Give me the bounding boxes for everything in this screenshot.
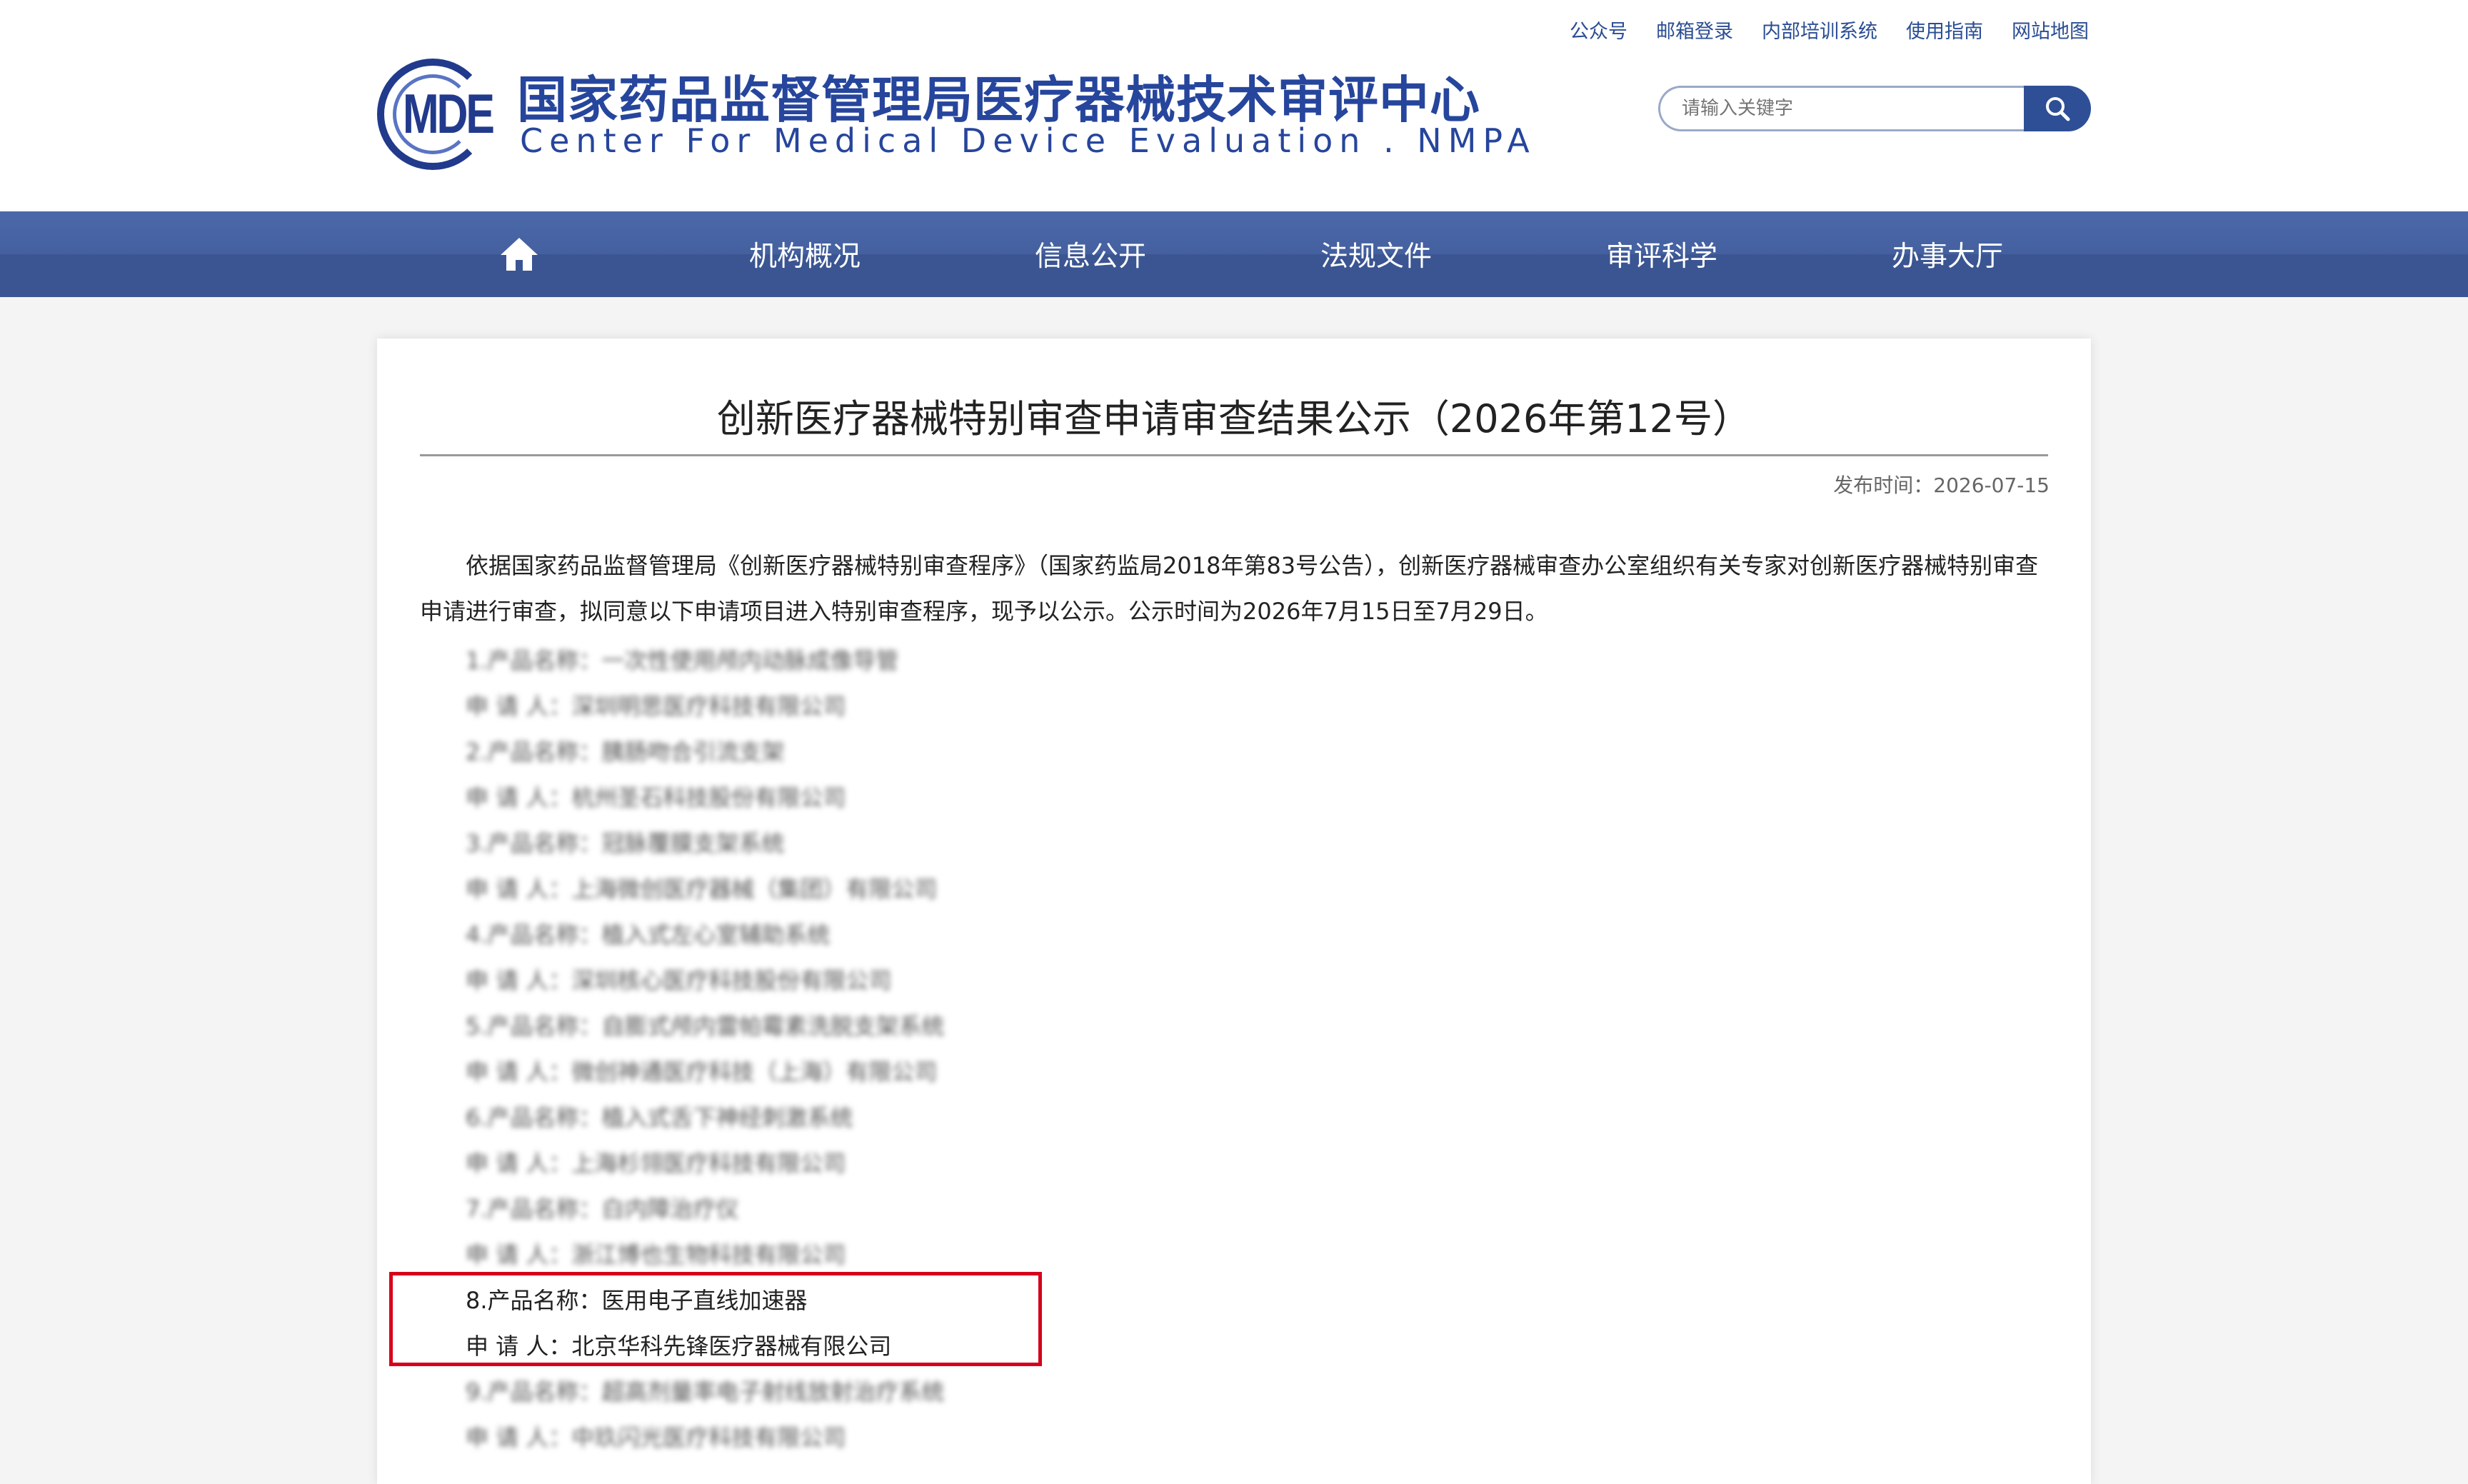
item-5-applicant: 申 请 人：微创神通医疗科技（上海）有限公司 xyxy=(466,1058,938,1086)
top-links: 公众号 邮箱登录 内部培训系统 使用指南 网站地图 xyxy=(1570,16,2089,44)
home-icon xyxy=(501,238,538,271)
item-6-product: 6.产品名称：植入式舌下神经刺激系统 xyxy=(466,1104,853,1131)
site-header: 公众号 邮箱登录 内部培训系统 使用指南 网站地图 MDE 国家药品监督管理局医… xyxy=(0,0,2468,211)
item-7-applicant: 申 请 人：浙江博也生物科技有限公司 xyxy=(466,1241,846,1268)
highlight-box xyxy=(389,1272,1042,1366)
search-box xyxy=(1658,86,2091,131)
item-4-product: 4.产品名称：植入式左心室辅助系统 xyxy=(466,921,831,948)
article-intro: 依据国家药品监督管理局《创新医疗器械特别审查程序》（国家药监局2018年第83号… xyxy=(420,552,2039,625)
nav-item-science[interactable]: 审评科学 xyxy=(1519,211,1805,297)
item-9-product: 9.产品名称：超高剂量率电子射线放射治疗系统 xyxy=(466,1378,945,1405)
site-logo[interactable]: MDE 国家药品监督管理局医疗器械技术审评中心 Center For Medic… xyxy=(377,57,1530,171)
top-link-sitemap[interactable]: 网站地图 xyxy=(2012,16,2089,44)
publish-time: 发布时间：2026-07-15 xyxy=(1833,473,2050,497)
item-6-applicant: 申 请 人：上海杉翎医疗科技有限公司 xyxy=(466,1150,846,1177)
nav-item-regulations[interactable]: 法规文件 xyxy=(1233,211,1519,297)
page-title: 创新医疗器械特别审查申请审查结果公示（2026年第12号） xyxy=(716,396,1752,441)
search-button[interactable] xyxy=(2024,86,2091,131)
item-1-product: 1.产品名称：一次性使用颅内动脉成像导管 xyxy=(466,647,899,674)
item-1-applicant: 申 请 人：深圳明思医疗科技有限公司 xyxy=(466,693,846,720)
item-4-applicant: 申 请 人：深圳核心医疗科技股份有限公司 xyxy=(466,967,892,994)
item-7-product: 7.产品名称：白内障治疗仪 xyxy=(466,1195,739,1223)
item-9-applicant: 申 请 人：中玖闪光医疗科技有限公司 xyxy=(466,1424,846,1451)
nav-item-about[interactable]: 机构概况 xyxy=(662,211,948,297)
item-3-product: 3.产品名称：冠脉覆膜支架系统 xyxy=(466,830,785,857)
title-divider xyxy=(420,454,2048,456)
top-link-mail-login[interactable]: 邮箱登录 xyxy=(1656,16,1733,44)
main-nav: 机构概况 信息公开 法规文件 审评科学 办事大厅 xyxy=(0,211,2468,297)
logo-abbreviation: MDE xyxy=(403,82,495,145)
top-link-guide[interactable]: 使用指南 xyxy=(1906,16,1983,44)
item-5-product: 5.产品名称：自膨式颅内雷帕霉素洗脱支架系统 xyxy=(466,1013,945,1040)
nav-item-service[interactable]: 办事大厅 xyxy=(1805,211,2090,297)
nav-home[interactable] xyxy=(448,211,591,297)
logo-english-name: Center For Medical Device Evaluation . N… xyxy=(520,121,1536,160)
top-link-training[interactable]: 内部培训系统 xyxy=(1762,16,1877,44)
search-icon xyxy=(2046,97,2070,121)
item-2-applicant: 申 请 人：杭州圣石科技股份有限公司 xyxy=(466,784,846,811)
item-2-product: 2.产品名称：胰肠吻合引流支架 xyxy=(466,738,785,766)
nav-items: 机构概况 信息公开 法规文件 审评科学 办事大厅 xyxy=(0,211,2468,297)
nav-item-info[interactable]: 信息公开 xyxy=(948,211,1233,297)
top-link-wechat[interactable]: 公众号 xyxy=(1570,16,1627,44)
item-3-applicant: 申 请 人：上海微创医疗器械（集团）有限公司 xyxy=(466,876,938,903)
search-input[interactable] xyxy=(1658,86,2025,131)
